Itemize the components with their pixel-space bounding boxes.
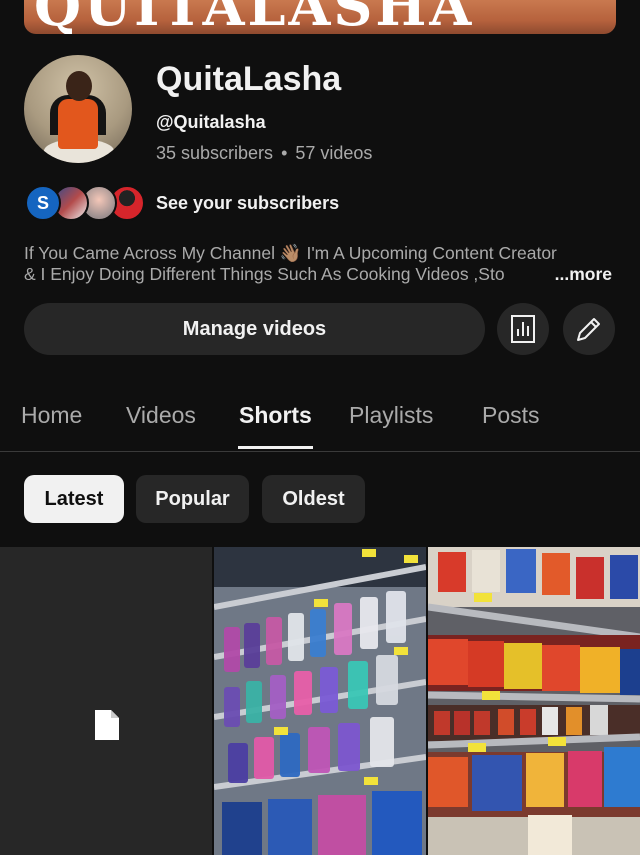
active-tab-indicator: [238, 446, 313, 449]
stats-separator: •: [281, 143, 288, 163]
tab-home[interactable]: Home: [21, 402, 82, 429]
filter-chip-popular[interactable]: Popular: [136, 475, 249, 523]
analytics-icon: [511, 315, 535, 343]
channel-tabs: Home Videos Shorts Playlists Posts: [0, 390, 640, 452]
short-thumbnail[interactable]: [214, 547, 426, 855]
description-line-1: If You Came Across My Channel 👋🏽 I'm A U…: [24, 243, 557, 263]
analytics-button[interactable]: [497, 303, 549, 355]
tab-playlists[interactable]: Playlists: [349, 402, 433, 429]
video-count: 57 videos: [295, 143, 373, 163]
tab-posts[interactable]: Posts: [482, 402, 540, 429]
channel-banner: QUITALASHA: [24, 0, 616, 34]
edit-channel-button[interactable]: [563, 303, 615, 355]
channel-handle: @Quitalasha: [156, 112, 266, 132]
subscriber-avatar-initial: S: [25, 185, 61, 221]
manage-videos-button[interactable]: Manage videos: [24, 303, 485, 355]
document-icon: [95, 710, 119, 740]
channel-description[interactable]: If You Came Across My Channel 👋🏽 I'm A U…: [24, 243, 624, 285]
filter-chip-oldest[interactable]: Oldest: [262, 475, 365, 523]
filter-chip-latest[interactable]: Latest: [24, 475, 124, 523]
subscriber-count: 35 subscribers: [156, 143, 274, 163]
tab-shorts[interactable]: Shorts: [239, 402, 312, 429]
see-subscribers-link[interactable]: See your subscribers: [156, 193, 339, 214]
tab-videos[interactable]: Videos: [126, 402, 196, 429]
banner-text: QUITALASHA: [34, 0, 475, 34]
more-link[interactable]: ...more: [550, 264, 612, 285]
channel-stats: 35 subscribers • 57 videos: [156, 143, 372, 164]
description-line-2: & I Enjoy Doing Different Things Such As…: [24, 264, 505, 284]
short-thumbnail[interactable]: [0, 547, 212, 855]
channel-name: QuitaLasha: [156, 60, 342, 98]
subscriber-avatars[interactable]: S: [25, 185, 145, 221]
pencil-icon: [577, 318, 600, 341]
store-aisle-razors-image: [214, 547, 426, 855]
short-thumbnail[interactable]: [428, 547, 640, 855]
store-aisle-chips-image: [428, 547, 640, 855]
channel-avatar[interactable]: [24, 55, 132, 163]
